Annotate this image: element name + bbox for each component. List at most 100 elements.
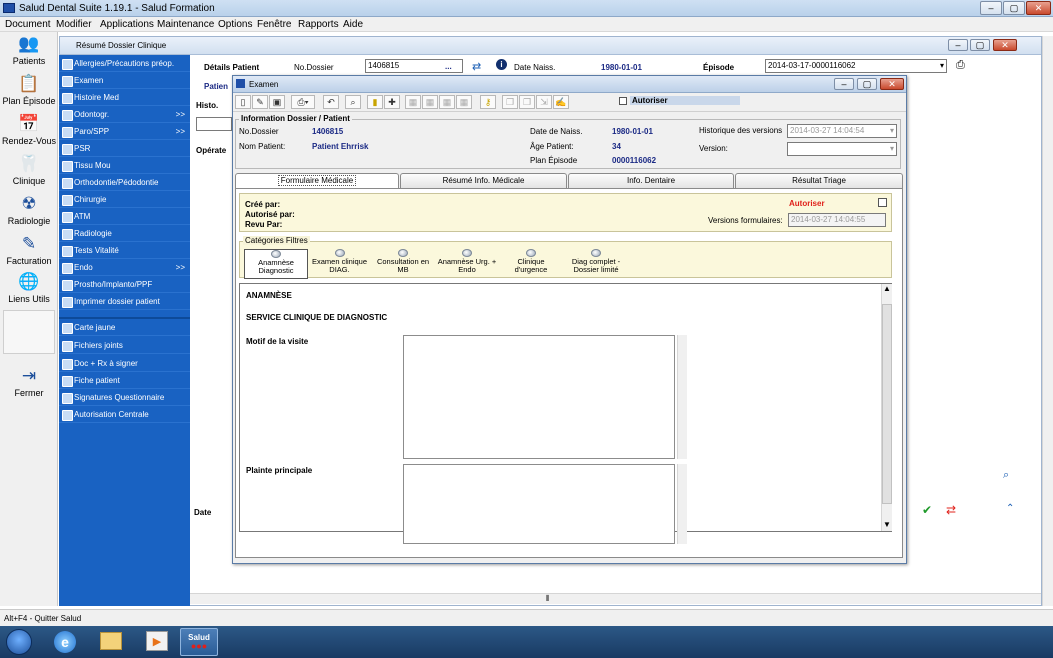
main-vscrollbar[interactable] — [1042, 36, 1053, 606]
side-item-odontogr[interactable]: Odontogr. >> — [59, 106, 190, 123]
minimize-button[interactable]: – — [980, 1, 1002, 15]
folder-icon[interactable] — [100, 632, 122, 650]
checkmark-icon[interactable]: ✔ — [922, 503, 932, 517]
tab-resume-info-medicale[interactable]: Résumé Info. Médicale — [400, 173, 567, 188]
motif-visite-textarea[interactable] — [403, 335, 675, 459]
examen-maximize-button[interactable]: ▢ — [857, 78, 877, 90]
toolbar-radiologie[interactable]: ☢ Radiologie — [0, 194, 58, 226]
side-item-prostho[interactable]: Prostho/Implanto/PPF — [59, 276, 190, 293]
toolbar-liens-utils[interactable]: 🌐 Liens Utils — [0, 272, 58, 304]
version-select[interactable]: ▾ — [787, 142, 897, 156]
menu-aide[interactable]: Aide — [343, 19, 363, 30]
grid-icon-2[interactable]: ▦ — [422, 95, 438, 109]
episode-select[interactable]: 2014-03-17-0000116062 ▾ — [765, 59, 947, 73]
side-item-tissu-mou[interactable]: Tissu Mou — [59, 157, 190, 174]
media-player-icon[interactable]: ▶ — [146, 631, 168, 651]
browser-icon[interactable]: e — [54, 631, 76, 653]
menu-options[interactable]: Options — [218, 19, 252, 30]
side-item-signatures[interactable]: Signatures Questionnaire — [59, 389, 190, 406]
save-icon[interactable]: ▣ — [269, 95, 285, 109]
filter-examen-clinique[interactable]: Examen clinique DIAG. — [311, 249, 368, 279]
menu-rapports[interactable]: Rapports — [298, 19, 339, 30]
motif-visite-scrollbar[interactable] — [677, 335, 687, 459]
new-doc-icon[interactable]: ▯ — [235, 95, 251, 109]
side-item-allergies[interactable]: Allergies/Précautions préop. — [59, 55, 190, 72]
filter-anamnese-diagnostic[interactable]: Anamnèse Diagnostic — [244, 249, 308, 279]
menu-applications[interactable]: Applications — [100, 19, 154, 30]
add-icon[interactable]: ✚ — [384, 95, 400, 109]
export-icon[interactable]: ⇲ — [536, 95, 552, 109]
note-icon[interactable]: ▮ — [367, 95, 383, 109]
paste-icon[interactable]: ❐ — [519, 95, 535, 109]
toolbar-patients[interactable]: 👥 Patients — [0, 34, 58, 66]
grid-icon-1[interactable]: ▦ — [405, 95, 421, 109]
tab-resultat-triage[interactable]: Résultat Triage — [735, 173, 903, 188]
inner-maximize-button[interactable]: ▢ — [970, 39, 990, 51]
histo-input[interactable] — [196, 117, 232, 131]
side-item-fichiers-joints[interactable]: Fichiers joints — [59, 337, 190, 354]
refresh-icon[interactable]: ⇄ — [472, 60, 481, 73]
search-icon[interactable]: ⌕ — [345, 95, 361, 109]
edit-doc-icon[interactable]: ✎ — [252, 95, 268, 109]
inner-minimize-button[interactable]: – — [948, 39, 968, 51]
examen-close-button[interactable]: ✕ — [880, 78, 904, 90]
menu-fenetre[interactable]: Fenêtre — [257, 19, 291, 30]
swap-icon[interactable]: ⇄ — [946, 503, 956, 517]
side-item-psr[interactable]: PSR — [59, 140, 190, 157]
filter-diag-complet[interactable]: Diag complet - Dossier limité — [563, 249, 629, 279]
grid-icon-4[interactable]: ▦ — [456, 95, 472, 109]
side-item-imprimer[interactable]: Imprimer dossier patient — [59, 293, 190, 310]
side-item-histoire-med[interactable]: Histoire Med — [59, 89, 190, 106]
tab-formulaire-medicale[interactable]: Formulaire Médicale — [235, 173, 399, 189]
toolbar-fermer[interactable]: ⇥ Fermer — [0, 366, 58, 398]
scroll-down-icon[interactable]: ▼ — [883, 520, 891, 529]
dossier-lookup-button[interactable]: ... — [445, 62, 452, 71]
toolbar-plan-episode[interactable]: 📋 Plan Épisode — [0, 74, 58, 106]
toolbar-clinique[interactable]: 🦷 Clinique — [0, 154, 58, 186]
side-item-doc-rx[interactable]: Doc + Rx à signer — [59, 355, 190, 372]
side-item-endo[interactable]: Endo >> — [59, 259, 190, 276]
toolbar-facturation[interactable]: ✎ Facturation — [0, 234, 58, 266]
print-dropdown-icon[interactable]: ⎙▾ — [291, 95, 315, 109]
menu-maintenance[interactable]: Maintenance — [157, 19, 214, 30]
info-icon[interactable]: i — [496, 59, 507, 70]
toolbar-rendez-vous[interactable]: 📅 Rendez-Vous — [0, 114, 58, 146]
zoom-icon[interactable]: ⌕ — [1003, 469, 1009, 482]
filter-anamnese-urg-endo[interactable]: Anamnèse Urg. + Endo — [437, 249, 497, 279]
taskbar-salud-button[interactable]: Salud ●●● — [180, 628, 218, 656]
side-item-radiologie[interactable]: Radiologie — [59, 225, 190, 242]
close-button[interactable]: ✕ — [1026, 1, 1051, 15]
menu-document[interactable]: Document — [5, 19, 51, 30]
form-scroll-thumb[interactable] — [882, 304, 892, 504]
collapse-up-icon[interactable]: ⌃ — [1006, 503, 1014, 514]
plainte-principale-scrollbar[interactable] — [677, 464, 687, 544]
scroll-up-icon[interactable]: ▲ — [883, 284, 891, 293]
historique-versions-select[interactable]: 2014-03-27 14:04:54 ▾ — [787, 124, 897, 138]
side-item-paro-spp[interactable]: Paro/SPP >> — [59, 123, 190, 140]
autoriser-form-checkbox[interactable] — [878, 198, 887, 207]
filter-consultation-mb[interactable]: Consultation en MB — [373, 249, 433, 279]
tab-info-dentaire[interactable]: Info. Dentaire — [568, 173, 734, 188]
examen-minimize-button[interactable]: – — [834, 78, 854, 90]
print-icon[interactable]: ⎙ — [956, 59, 965, 72]
side-item-examen[interactable]: Examen — [59, 72, 190, 89]
versions-formulaires-select[interactable]: 2014-03-27 14:04:55 — [788, 213, 886, 227]
start-button-icon[interactable] — [6, 629, 32, 655]
inner-close-button[interactable]: ✕ — [993, 39, 1017, 51]
form-vscrollbar[interactable]: ▲ ▼ — [881, 284, 892, 531]
side-item-fiche-patient[interactable]: Fiche patient — [59, 372, 190, 389]
filter-clinique-urgence[interactable]: Clinique d'urgence — [504, 249, 558, 279]
side-item-orthodontie[interactable]: Orthodontie/Pédodontie — [59, 174, 190, 191]
side-item-tests-vitalite[interactable]: Tests Vitalité — [59, 242, 190, 259]
maximize-button[interactable]: ▢ — [1003, 1, 1025, 15]
grid-icon-3[interactable]: ▦ — [439, 95, 455, 109]
undo-icon[interactable]: ↶ — [323, 95, 339, 109]
menu-modifier[interactable]: Modifier — [56, 19, 92, 30]
side-item-chirurgie[interactable]: Chirurgie — [59, 191, 190, 208]
inner-hscrollbar[interactable]: ⦀ — [60, 593, 1041, 604]
key-icon[interactable]: ⚷ — [480, 95, 496, 109]
side-item-carte-jaune[interactable]: Carte jaune — [59, 319, 190, 336]
side-item-atm[interactable]: ATM — [59, 208, 190, 225]
plainte-principale-textarea[interactable] — [403, 464, 675, 544]
sign-icon[interactable]: ✍ — [553, 95, 569, 109]
